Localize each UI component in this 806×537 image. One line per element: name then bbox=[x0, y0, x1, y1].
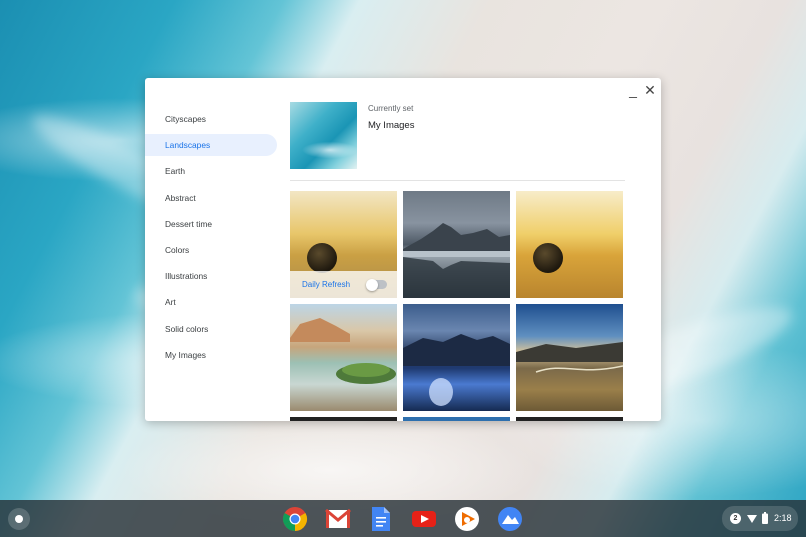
sidebar-item-landscapes[interactable]: Landscapes bbox=[145, 134, 277, 157]
night-mountain-image bbox=[403, 334, 510, 406]
sidebar-item-dessert-time[interactable]: Dessert time bbox=[145, 213, 277, 235]
wallpaper-tile[interactable] bbox=[516, 417, 623, 421]
close-icon: ✕ bbox=[644, 81, 656, 98]
battery-icon bbox=[762, 512, 768, 524]
sidebar-item-colors[interactable]: Colors bbox=[145, 239, 277, 261]
wallpaper-grid: Daily Refresh bbox=[290, 191, 624, 421]
wallpaper-tile[interactable] bbox=[290, 417, 397, 421]
current-wallpaper-name: My Images bbox=[368, 120, 415, 131]
photos-app-button[interactable] bbox=[496, 505, 524, 533]
sidebar-item-illustrations[interactable]: Illustrations bbox=[145, 265, 277, 287]
chrome-app-button[interactable] bbox=[281, 505, 309, 533]
wallpaper-tile[interactable]: Daily Refresh bbox=[290, 191, 397, 298]
docs-icon bbox=[372, 507, 390, 531]
notification-count-badge: 2 bbox=[730, 513, 741, 524]
category-sidebar: Cityscapes Landscapes Earth Abstract Des… bbox=[145, 108, 277, 370]
launcher-icon bbox=[15, 515, 23, 523]
photos-icon bbox=[498, 507, 522, 531]
currently-set-caption: Currently set bbox=[368, 104, 414, 113]
daily-refresh-bar: Daily Refresh bbox=[290, 271, 397, 298]
coastal-cliff-image bbox=[290, 318, 396, 384]
wallpaper-picker-window: _ ✕ Cityscapes Landscapes Earth Abstract… bbox=[145, 78, 661, 421]
launcher-button[interactable] bbox=[8, 508, 30, 530]
play-music-app-button[interactable] bbox=[453, 505, 481, 533]
wallpaper-tile[interactable] bbox=[290, 304, 397, 411]
sidebar-item-my-images[interactable]: My Images bbox=[145, 344, 277, 366]
wallpaper-tile[interactable] bbox=[403, 191, 510, 298]
gmail-app-button[interactable] bbox=[324, 505, 352, 533]
close-button[interactable]: ✕ bbox=[639, 80, 661, 100]
section-divider bbox=[290, 180, 625, 181]
valley-road-image bbox=[516, 342, 623, 373]
wallpaper-tile[interactable] bbox=[516, 191, 623, 298]
sidebar-item-earth[interactable]: Earth bbox=[145, 160, 277, 182]
clock: 2:18 bbox=[774, 513, 792, 523]
status-tray[interactable]: 2 2:18 bbox=[722, 506, 798, 531]
shelf: 2 2:18 bbox=[0, 500, 806, 537]
docs-app-button[interactable] bbox=[367, 505, 395, 533]
sidebar-item-abstract[interactable]: Abstract bbox=[145, 187, 277, 209]
mountain-lake-image bbox=[403, 223, 510, 298]
wifi-icon bbox=[747, 515, 757, 523]
wallpaper-tile[interactable] bbox=[403, 304, 510, 411]
sidebar-item-art[interactable]: Art bbox=[145, 291, 277, 313]
sidebar-item-cityscapes[interactable]: Cityscapes bbox=[145, 108, 277, 130]
youtube-icon bbox=[412, 511, 436, 527]
wallpaper-tile[interactable] bbox=[516, 304, 623, 411]
youtube-app-button[interactable] bbox=[410, 505, 438, 533]
chrome-icon bbox=[282, 507, 308, 531]
current-wallpaper-thumbnail bbox=[290, 102, 357, 169]
minimize-icon: _ bbox=[629, 82, 637, 98]
gmail-icon bbox=[325, 509, 351, 528]
wallpaper-tile[interactable] bbox=[403, 417, 510, 421]
sidebar-item-solid-colors[interactable]: Solid colors bbox=[145, 318, 277, 340]
daily-refresh-label: Daily Refresh bbox=[302, 280, 351, 289]
daily-refresh-toggle[interactable] bbox=[366, 278, 387, 291]
play-music-icon bbox=[455, 507, 479, 531]
